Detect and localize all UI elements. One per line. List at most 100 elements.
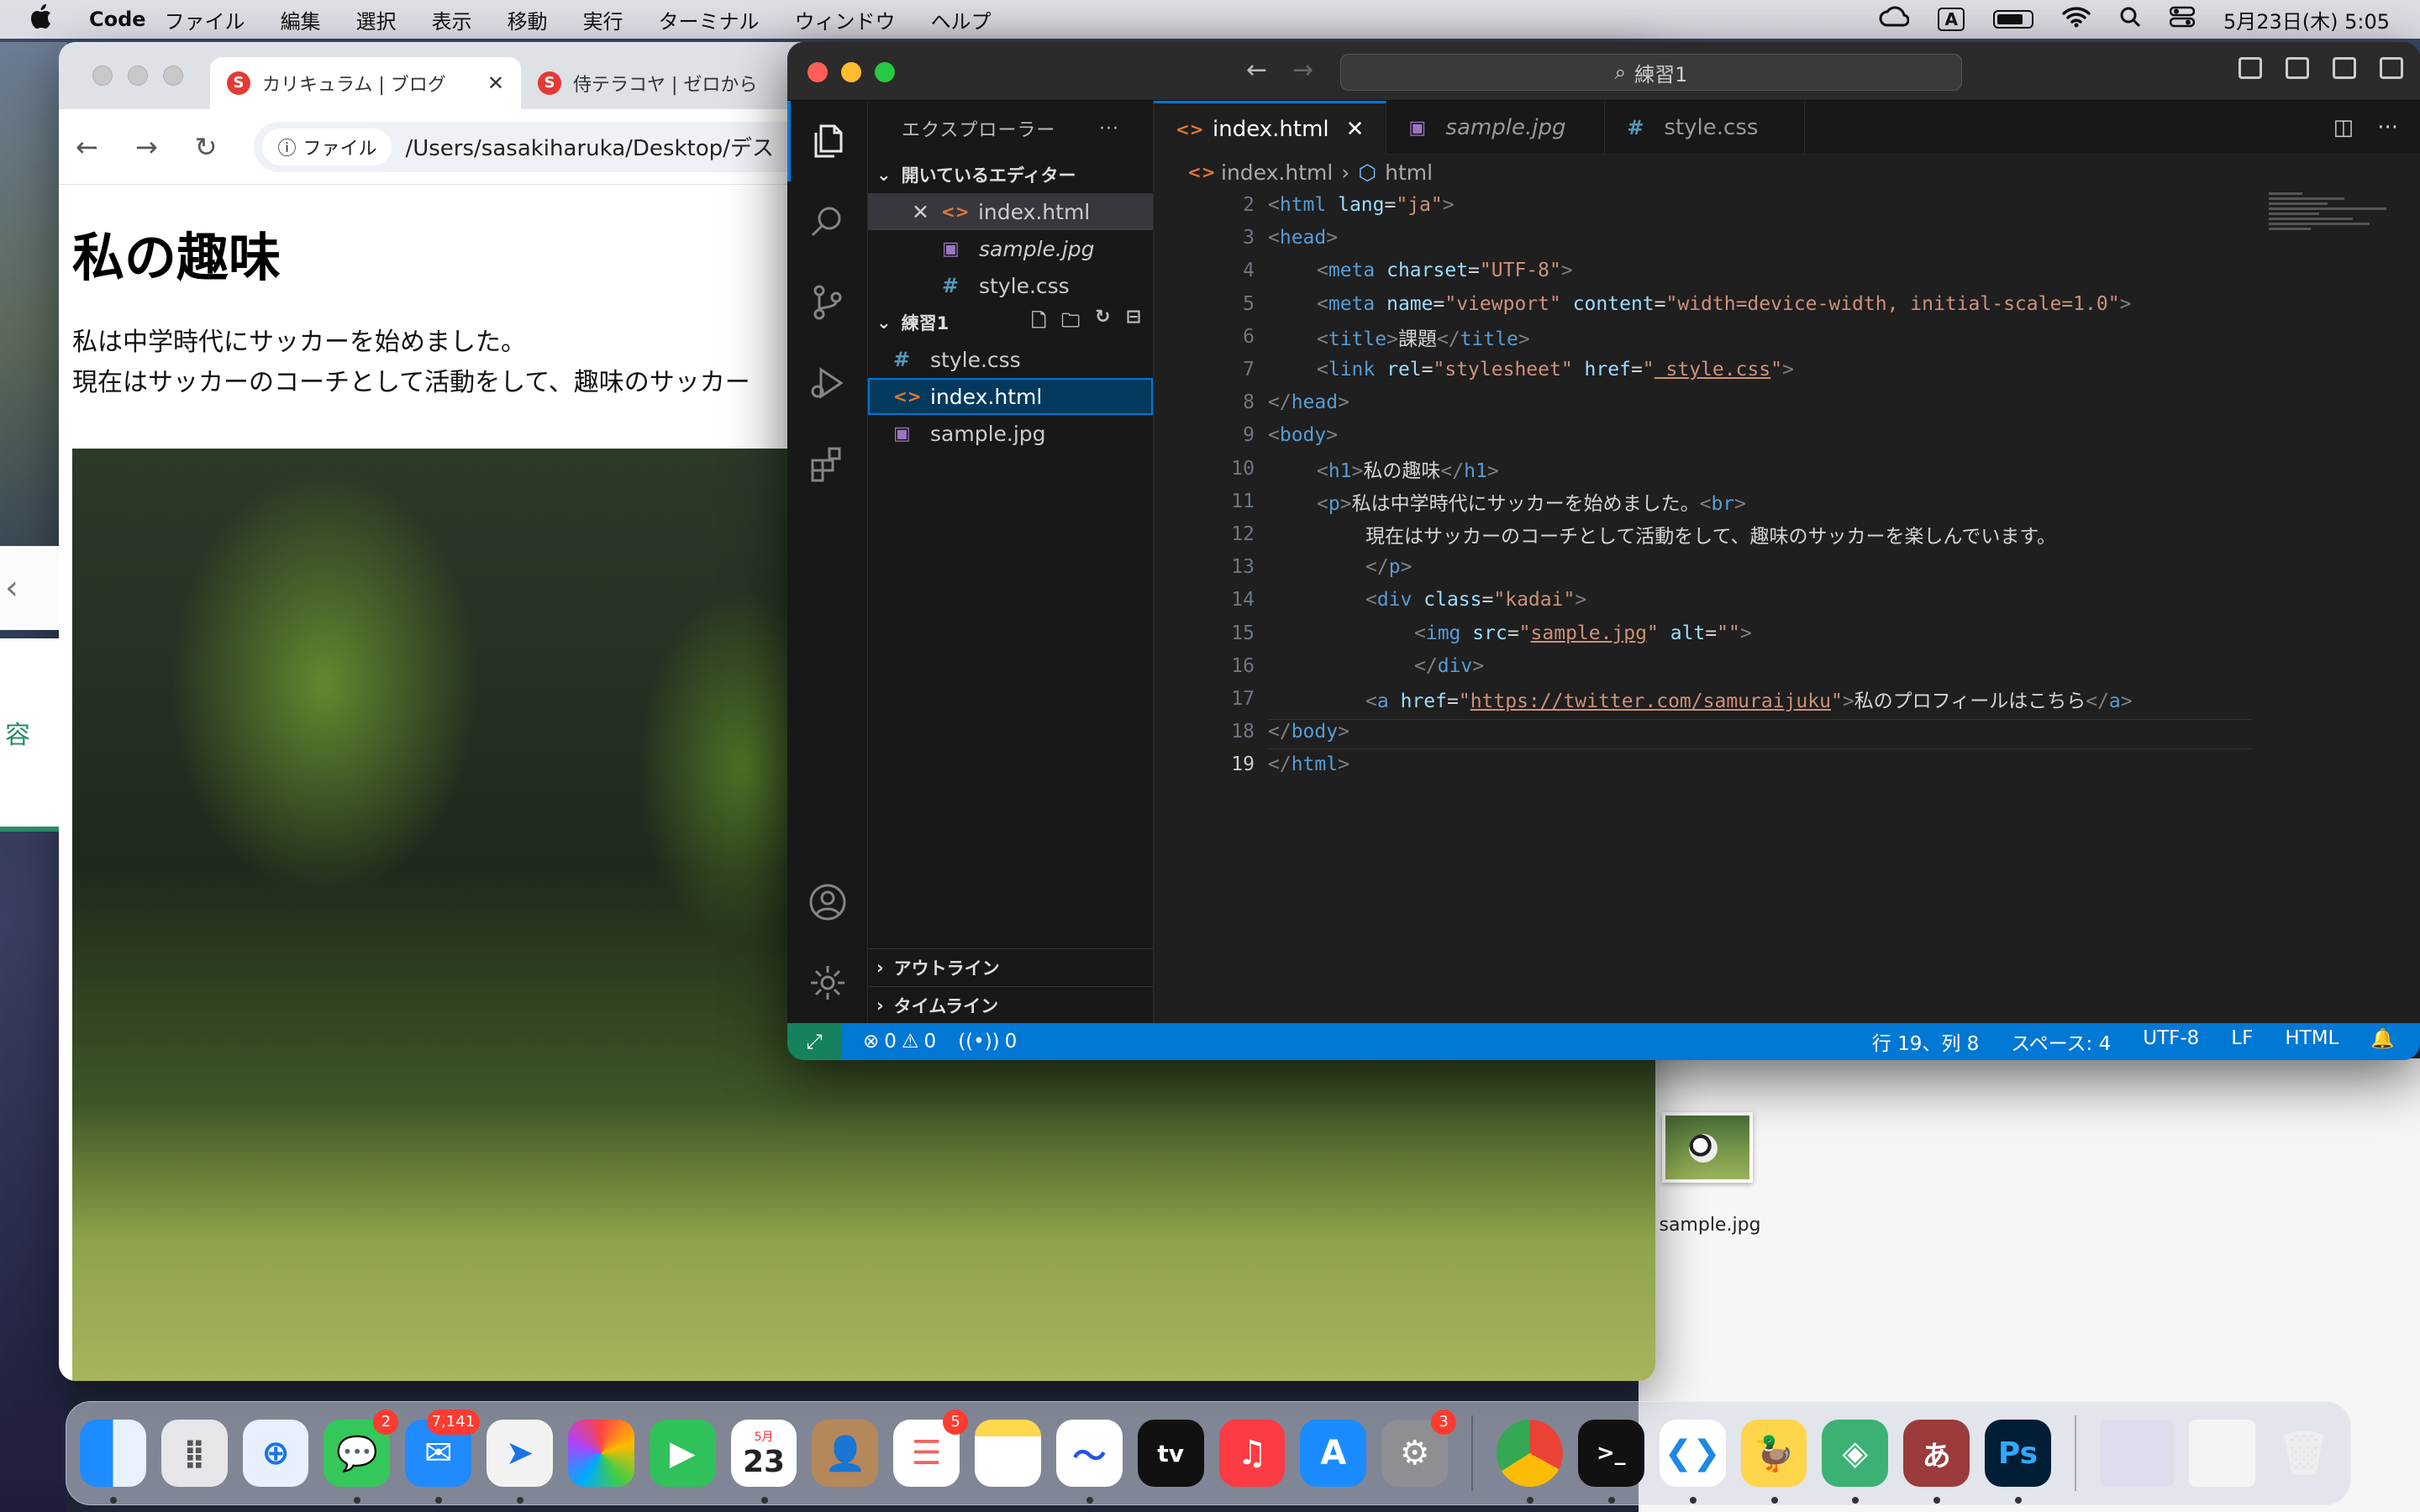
close-icon[interactable]: ✕ <box>1346 117 1365 142</box>
photos-icon[interactable] <box>567 1420 634 1487</box>
code-line[interactable]: 12 現在はサッカーのコーチとして活動をして、趣味のサッカーを楽しんでいます。 <box>1154 519 2056 549</box>
folder-section[interactable]: ⌄ 練習1 🗋 🗀 ↻ ⊟ <box>868 304 1153 341</box>
back-arrow-icon[interactable]: ← <box>76 131 98 163</box>
battery-icon[interactable] <box>1992 10 2033 29</box>
command-center[interactable]: ⌕ 練習1 <box>1340 54 1962 91</box>
web-app-icon[interactable]: ◈ <box>1822 1420 1889 1504</box>
reminders-icon[interactable]: ☰ 5 <box>893 1410 969 1487</box>
spotlight-search-icon[interactable] <box>2119 6 2141 33</box>
code-editor[interactable]: 2 <html lang="ja"> 3 <head> 4 <meta charset="… <box>1154 190 2420 1023</box>
collapse-all-icon[interactable]: ⊟ <box>1126 307 1141 339</box>
facetime-icon[interactable]: ▶ <box>649 1420 716 1487</box>
minimize-window-button[interactable] <box>128 66 148 86</box>
toggle-primary-sidebar-icon[interactable] <box>2238 57 2262 79</box>
ports-indicator[interactable]: ((•)) 0 <box>958 1031 1017 1053</box>
code-line[interactable]: 11 <p>私は中学時代にサッカーを始めました。<br> <box>1154 486 1746 517</box>
editor-tab-style-css[interactable]: # style.css <box>1605 101 1806 155</box>
extensions-icon[interactable] <box>787 423 868 504</box>
desktop-file-label[interactable]: sample.jpg <box>1647 1215 1773 1236</box>
encoding[interactable]: UTF-8 <box>2143 1027 2199 1056</box>
reload-icon[interactable]: ↻ <box>195 131 218 163</box>
minimap[interactable] <box>2269 190 2395 257</box>
file-tree-item[interactable]: <> index.html <box>868 378 1153 415</box>
source-control-icon[interactable] <box>787 262 868 343</box>
zoom-window-button[interactable] <box>163 66 183 86</box>
menu-app-name[interactable]: Code <box>89 8 146 31</box>
site-info-chip[interactable]: ⓘ ファイル <box>262 128 392 165</box>
vscode-icon[interactable]: ❮❯ <box>1659 1420 1726 1504</box>
new-file-icon[interactable]: 🗋 <box>1031 307 1046 339</box>
maps-icon[interactable]: ➤ <box>487 1420 553 1504</box>
trash-icon[interactable]: 🗑 <box>2270 1420 2337 1487</box>
code-line[interactable]: 9 <body> <box>1154 420 1338 450</box>
app-store-icon[interactable]: A <box>1300 1420 1367 1487</box>
cyberduck-icon[interactable]: 🦆 <box>1740 1420 1807 1504</box>
finder-icon[interactable] <box>80 1420 146 1504</box>
code-line[interactable]: 4 <meta charset="UTF-8"> <box>1154 255 1573 286</box>
end-of-line[interactable]: LF <box>2231 1027 2253 1056</box>
refresh-icon[interactable]: ↻ <box>1095 307 1110 339</box>
menu-clock[interactable]: 5月23日(木) 5:05 <box>2223 5 2390 34</box>
creative-cloud-icon[interactable] <box>1879 5 1910 34</box>
code-line[interactable]: 19 </html> <box>1154 749 1349 780</box>
freeform-icon[interactable]: 〜 <box>1055 1420 1123 1504</box>
mail-icon[interactable]: ✉ 7,141 <box>405 1410 481 1504</box>
terminal-icon[interactable]: >_ <box>1577 1420 1644 1504</box>
problems-indicator[interactable]: ⊗ 0 ⚠ 0 <box>863 1031 936 1053</box>
photoshop-icon[interactable]: Ps <box>1985 1420 2051 1504</box>
control-center-icon[interactable] <box>2169 6 2196 33</box>
minimize-window-button[interactable] <box>841 62 861 82</box>
code-line[interactable]: 16 </div> <box>1154 651 1484 681</box>
close-window-button[interactable] <box>808 62 828 82</box>
dictionary-icon[interactable]: あ <box>1903 1420 1970 1504</box>
explorer-icon[interactable] <box>787 101 868 181</box>
menu-help[interactable]: ヘルプ <box>931 5 992 34</box>
wifi-icon[interactable] <box>2062 6 2091 33</box>
cursor-position[interactable]: 行 19、列 8 <box>1872 1027 1980 1056</box>
breadcrumb-symbol[interactable]: html <box>1385 160 1433 185</box>
code-line[interactable]: 6 <title>課題</title> <box>1154 322 1530 352</box>
split-editor-icon[interactable]: ◫ <box>2333 115 2354 140</box>
open-editor-item[interactable]: ✕ <> index.html <box>868 193 1153 230</box>
more-actions-icon[interactable]: ··· <box>1099 118 1119 139</box>
background-window-tab[interactable]: 容 <box>0 638 59 832</box>
system-settings-icon[interactable]: ⚙ 3 <box>1381 1410 1457 1487</box>
menu-terminal[interactable]: ターミナル <box>659 5 760 34</box>
editor-tab-sample-jpg[interactable]: ▣ sample.jpg <box>1386 101 1606 155</box>
music-icon[interactable]: ♫ <box>1218 1420 1286 1487</box>
contacts-icon[interactable]: 👤 <box>812 1420 879 1487</box>
toggle-secondary-sidebar-icon[interactable] <box>2333 57 2356 79</box>
browser-tab[interactable]: S カリキュラム | ブログ ✕ <box>210 57 521 109</box>
code-line[interactable]: 10 <h1>私の趣味</h1> <box>1154 454 1498 484</box>
code-line[interactable]: 17 <a href="https://twitter.com/samuraiju… <box>1154 684 2132 714</box>
downloads-stack-icon[interactable] <box>2189 1420 2256 1487</box>
file-tree-item[interactable]: # style.css <box>868 341 1153 378</box>
calendar-icon[interactable]: 5月 23 <box>730 1420 797 1504</box>
breadcrumb-file[interactable]: index.html <box>1221 160 1333 185</box>
account-icon[interactable] <box>787 862 868 942</box>
code-line[interactable]: 7 <link rel="stylesheet" href=" style.css… <box>1154 354 1794 385</box>
menu-selection[interactable]: 選択 <box>356 5 397 34</box>
code-line[interactable]: 8 </head> <box>1154 387 1349 417</box>
notes-icon[interactable] <box>975 1420 1041 1487</box>
code-line[interactable]: 13 </p> <box>1154 552 1412 582</box>
close-tab-icon[interactable]: ✕ <box>487 71 504 95</box>
close-window-button[interactable] <box>92 66 113 86</box>
menu-edit[interactable]: 編集 <box>281 5 321 34</box>
new-folder-icon[interactable]: 🗀 <box>1061 307 1080 339</box>
settings-gear-icon[interactable] <box>787 942 868 1023</box>
code-line[interactable]: 15 <img src="sample.jpg" alt=""> <box>1154 618 1751 648</box>
close-icon[interactable]: ✕ <box>912 200 929 224</box>
file-tree-item[interactable]: ▣ sample.jpg <box>868 415 1153 452</box>
chrome-icon[interactable] <box>1497 1420 1563 1504</box>
open-editor-item[interactable]: ▣ sample.jpg <box>868 230 1153 267</box>
background-window-chevron-icon[interactable]: ‹ <box>0 546 59 630</box>
zoom-window-button[interactable] <box>875 62 895 82</box>
safari-icon[interactable]: ⊕ <box>242 1420 309 1487</box>
minimized-window-icon[interactable] <box>2099 1420 2175 1487</box>
forward-arrow-icon[interactable]: → <box>135 131 158 163</box>
language-mode[interactable]: HTML <box>2285 1027 2338 1056</box>
code-line[interactable]: 14 <div class="kadai"> <box>1154 585 1586 615</box>
indentation[interactable]: スペース: 4 <box>2011 1027 2111 1056</box>
menu-view[interactable]: 表示 <box>432 5 472 34</box>
